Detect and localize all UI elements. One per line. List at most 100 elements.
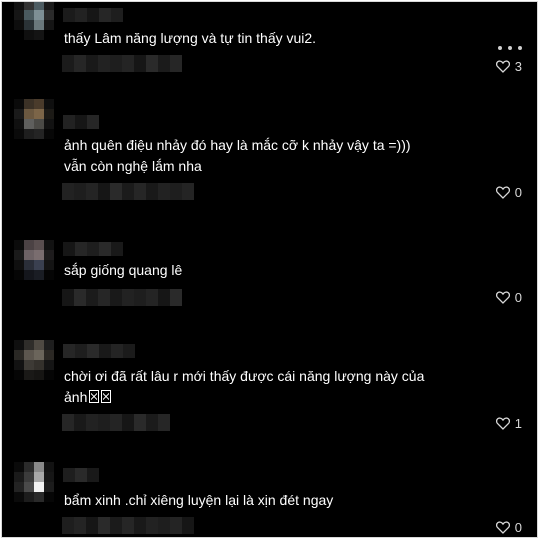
avatar-pixel	[34, 129, 44, 139]
blurred-block	[134, 183, 146, 200]
blurred-block	[87, 344, 99, 358]
blurred-block	[99, 344, 111, 358]
blurred-block	[75, 242, 87, 256]
like-button[interactable]: 0	[495, 520, 522, 535]
blurred-block	[182, 183, 194, 200]
heart-outline-icon	[495, 521, 510, 534]
avatar-pixel	[34, 119, 44, 129]
blurred-block	[182, 517, 194, 534]
comment-item: sắp giống quang lê 0	[2, 232, 537, 322]
avatar-pixel	[34, 240, 44, 250]
avatar-pixel	[24, 20, 34, 30]
blurred-block	[86, 55, 98, 72]
avatar-pixel	[14, 462, 24, 472]
comment-text-content: chời ơi đã rất lâu r mới thấy được cái n…	[64, 368, 425, 405]
avatar[interactable]	[14, 240, 54, 280]
blurred-block	[158, 517, 170, 534]
avatar-pixel	[34, 260, 44, 270]
avatar-pixel	[34, 492, 44, 502]
avatar-pixel	[14, 119, 24, 129]
avatar-pixel	[24, 109, 34, 119]
blurred-block	[74, 289, 86, 306]
avatar-pixel	[44, 250, 54, 260]
avatar-pixel	[24, 360, 34, 370]
avatar-pixel	[14, 360, 24, 370]
avatar-pixel	[14, 30, 24, 40]
comment-text: ảnh quên điệu nhảy đó hay là mắc cỡ k nh…	[64, 137, 411, 174]
avatar-pixel	[44, 482, 54, 492]
comment-meta-blurred	[62, 517, 194, 534]
comment-item: ảnh quên điệu nhảy đó hay là mắc cỡ k nh…	[2, 97, 537, 207]
blurred-block	[62, 183, 74, 200]
avatar-pixel	[14, 270, 24, 280]
avatar[interactable]	[14, 340, 54, 380]
blurred-block	[111, 8, 123, 22]
blurred-block	[75, 115, 87, 129]
blurred-block	[134, 414, 146, 431]
avatar[interactable]	[14, 462, 54, 502]
username-blurred[interactable]	[63, 468, 99, 482]
avatar-pixel	[14, 472, 24, 482]
avatar-pixel	[14, 99, 24, 109]
blurred-block	[170, 55, 182, 72]
like-count: 0	[514, 520, 522, 535]
avatar-pixel	[44, 472, 54, 482]
blurred-block	[111, 344, 123, 358]
avatar-pixel	[14, 482, 24, 492]
avatar-pixel	[44, 260, 54, 270]
avatar-pixel	[44, 370, 54, 380]
avatar-pixel	[24, 30, 34, 40]
blurred-block	[146, 414, 158, 431]
blurred-block	[158, 183, 170, 200]
blurred-block	[62, 55, 74, 72]
blurred-block	[63, 115, 75, 129]
blurred-block	[110, 55, 122, 72]
avatar[interactable]	[14, 2, 54, 40]
heart-outline-icon	[495, 186, 510, 199]
blurred-block	[87, 468, 99, 482]
avatar-pixel	[24, 472, 34, 482]
avatar-pixel	[44, 99, 54, 109]
comment-item: chời ơi đã rất lâu r mới thấy được cái n…	[2, 334, 537, 444]
blurred-block	[134, 289, 146, 306]
avatar-pixel	[44, 10, 54, 20]
blurred-block	[99, 242, 111, 256]
avatar-pixel	[14, 20, 24, 30]
blurred-block	[98, 414, 110, 431]
avatar-pixel	[44, 30, 54, 40]
blurred-block	[87, 8, 99, 22]
blurred-block	[170, 517, 182, 534]
blurred-block	[158, 414, 170, 431]
avatar[interactable]	[14, 99, 54, 139]
like-count: 3	[514, 59, 522, 74]
avatar-pixel	[34, 20, 44, 30]
avatar-pixel	[44, 360, 54, 370]
blurred-block	[111, 242, 123, 256]
username-blurred[interactable]	[63, 242, 123, 256]
avatar-pixel	[34, 360, 44, 370]
avatar-pixel	[24, 270, 34, 280]
avatar-pixel	[14, 240, 24, 250]
like-button[interactable]: 0	[495, 290, 522, 305]
comment-text: sắp giống quang lê	[64, 262, 183, 278]
blurred-block	[63, 468, 75, 482]
blurred-block	[146, 289, 158, 306]
like-button[interactable]: 3	[495, 59, 522, 74]
avatar-pixel	[24, 260, 34, 270]
blurred-block	[99, 8, 111, 22]
username-blurred[interactable]	[63, 115, 99, 129]
blurred-block	[63, 8, 75, 22]
like-button[interactable]: 0	[495, 185, 522, 200]
blurred-block	[110, 517, 122, 534]
blurred-block	[62, 414, 74, 431]
comment-meta-blurred	[62, 183, 194, 200]
blurred-block	[110, 289, 122, 306]
like-button[interactable]: 1	[495, 416, 522, 431]
username-blurred[interactable]	[63, 8, 123, 22]
blurred-block	[122, 414, 134, 431]
avatar-pixel	[24, 340, 34, 350]
username-blurred[interactable]	[63, 344, 135, 358]
blurred-block	[122, 183, 134, 200]
avatar-pixel	[34, 2, 44, 10]
avatar-pixel	[14, 370, 24, 380]
